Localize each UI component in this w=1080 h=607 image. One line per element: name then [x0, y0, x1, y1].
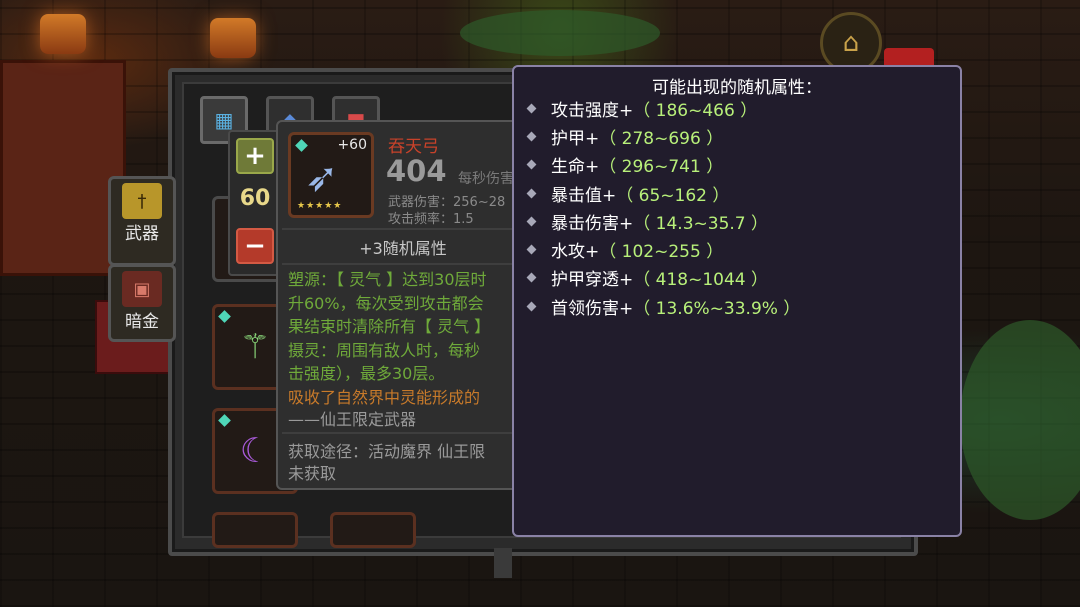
decrement-button[interactable]: −	[236, 228, 274, 264]
diamond-bullet-icon	[526, 159, 537, 170]
attribute-item: 首领伤害+ （ 13.6%~33.9% ）	[526, 292, 801, 320]
diamond-bullet-icon	[526, 244, 537, 255]
acquisition-source: 获取途径：活动魔界 仙王限	[288, 442, 486, 461]
item-lore: 吸收了自然界中灵能形成的	[288, 388, 481, 407]
random-attributes-button[interactable]: +3随机属性	[278, 235, 528, 259]
attack-frequency: 攻击频率：1.5	[388, 212, 474, 227]
description-line: 果结束时清除所有【 灵气 】	[288, 317, 491, 336]
scroll-indicator	[494, 548, 512, 578]
attribute-range: （ 13.6%~33.9% ）	[633, 298, 801, 319]
attribute-range: （ 14.3~35.7 ）	[633, 213, 769, 234]
item-detail-tooltip: +60 ➶ ★★★★★ 吞天弓 404 每秒伤害 武器伤害：256~28 攻击频…	[276, 120, 530, 490]
divider	[282, 432, 524, 434]
side-tab-dark-gold[interactable]: ▣ 暗金	[108, 264, 176, 342]
gem-icon	[218, 310, 231, 323]
item-description: 塑源：【 灵气 】达到30层时 升60%，每次受到攻击都会 果结束时清除所有【 …	[288, 268, 528, 386]
attribute-name: 生命+	[551, 157, 600, 178]
item-level: +60	[337, 137, 367, 153]
attribute-range: （ 296~741 ）	[599, 157, 724, 178]
gift-icon: ▣	[122, 271, 162, 307]
diamond-bullet-icon	[526, 301, 537, 312]
divider	[282, 263, 524, 265]
attribute-range: （ 278~696 ）	[599, 128, 724, 149]
diamond-bullet-icon	[526, 103, 537, 114]
attribute-name: 攻击强度+	[551, 100, 634, 121]
item-slot[interactable]	[330, 512, 416, 548]
item-slot[interactable]	[212, 512, 298, 548]
diamond-bullet-icon	[526, 188, 537, 198]
attribute-list: 攻击强度+ （ 186~466 ） 护甲+ （ 278~696 ） 生命+ （ 296…	[526, 94, 801, 320]
attribute-range: （ 102~255 ）	[599, 242, 724, 263]
side-tab-dark-gold-label: 暗金	[125, 312, 159, 332]
attribute-range: （ 186~466 ）	[633, 100, 758, 121]
star-rating-icon: ★★★★★	[297, 201, 343, 211]
diamond-bullet-icon	[526, 216, 537, 227]
sword-icon: †	[122, 183, 162, 219]
attribute-range: （ 418~1044 ）	[633, 270, 769, 291]
attribute-item: 护甲穿透+ （ 418~1044 ）	[526, 264, 800, 292]
bow-icon: ➶	[305, 155, 339, 201]
description-line: 升60%，每次受到攻击都会	[288, 293, 484, 313]
attribute-item: 护甲+ （ 278~696 ）	[526, 122, 800, 150]
item-lore-signature: ——仙王限定武器	[288, 410, 417, 429]
dps-label: 每秒伤害	[458, 171, 514, 187]
attribute-item: 生命+ （ 296~741 ）	[526, 151, 800, 179]
attribute-name: 暴击值+	[551, 185, 617, 206]
quantity-stepper: + 60 −	[228, 130, 282, 276]
description-line: 摄灵：周围有敌人时，每秒	[288, 340, 481, 360]
attribute-name: 护甲穿透+	[551, 270, 634, 291]
diamond-bullet-icon	[526, 272, 537, 283]
description-line: 击强度），最多30层。	[288, 364, 445, 383]
description-line: 塑源：【 灵气 】达到30层时	[288, 270, 487, 289]
scythe-icon: ☾	[239, 431, 271, 471]
attribute-name: 首领伤害+	[551, 298, 634, 319]
side-tab-weapon[interactable]: † 武器	[108, 176, 176, 266]
increment-button[interactable]: +	[236, 138, 274, 174]
side-tab-weapon-label: 武器	[125, 224, 159, 244]
attribute-range: （ 65~162 ）	[616, 185, 730, 206]
divider	[282, 228, 524, 230]
attribute-item: 暴击伤害+ （ 14.3~35.7 ）	[526, 207, 800, 235]
gem-icon	[295, 139, 308, 152]
attribute-name: 护甲+	[551, 128, 600, 149]
attribute-name: 暴击伤害+	[551, 213, 634, 234]
stepper-value: 60	[239, 186, 271, 211]
grid-icon: ▦	[214, 108, 234, 132]
item-icon-frame: +60 ➶ ★★★★★	[288, 132, 374, 218]
attribute-name: 水攻+	[551, 242, 600, 263]
attribute-item: 水攻+ （ 102~255 ）	[526, 235, 800, 263]
item-power: 404	[386, 154, 447, 188]
acquisition-status: 未获取	[288, 464, 337, 483]
lantern-decoration	[210, 18, 256, 58]
random-attributes-popup: 可能出现的随机属性： 攻击强度+ （ 186~466 ） 护甲+ （ 278~696…	[512, 65, 962, 537]
attribute-item: 暴击值+ （ 65~162 ）	[526, 179, 800, 207]
lantern-decoration	[40, 14, 86, 54]
foliage-decoration	[460, 10, 660, 56]
gem-icon	[218, 414, 231, 427]
attribute-item: 攻击强度+ （ 186~466 ）	[526, 94, 800, 122]
staff-icon: ⚚	[239, 327, 271, 367]
diamond-bullet-icon	[526, 131, 537, 142]
